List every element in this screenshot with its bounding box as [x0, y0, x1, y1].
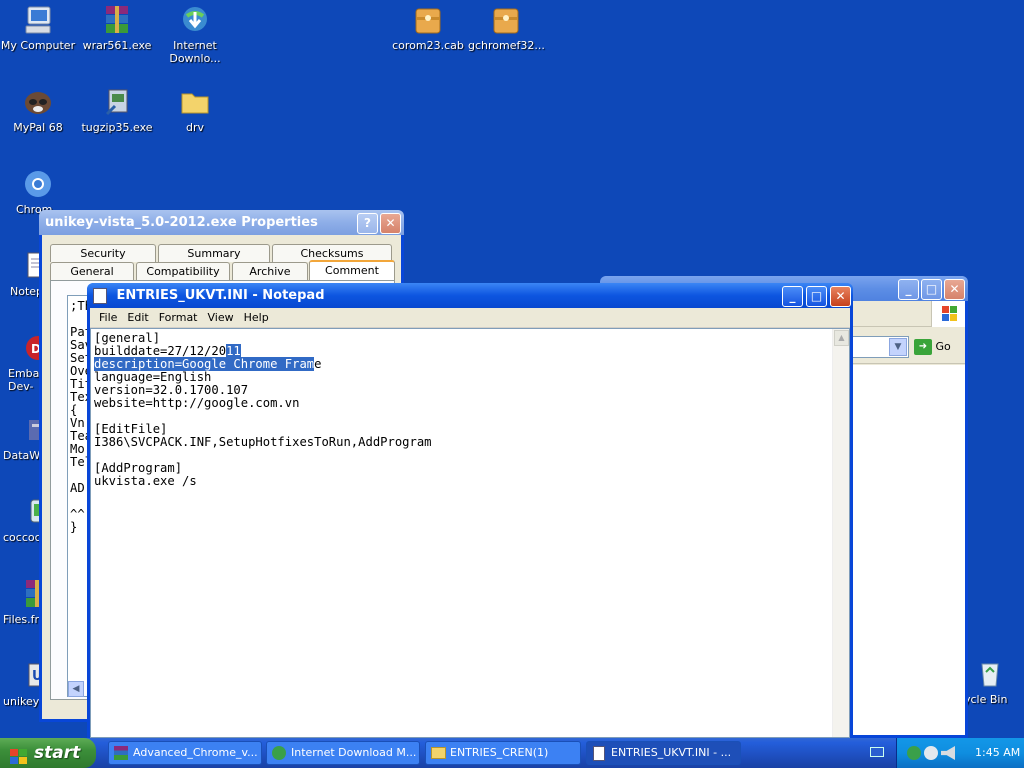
address-dropdown-button[interactable]: ▼ [889, 338, 907, 356]
taskbar-item-label: ENTRIES_CREN(1) [450, 746, 549, 759]
minimize-icon: _ [905, 282, 912, 296]
desktop-icon-gchromef32[interactable]: gchromef32... [468, 4, 545, 52]
close-button[interactable]: ✕ [944, 279, 965, 300]
tab-security[interactable]: Security [50, 244, 156, 262]
question-icon: ? [364, 216, 371, 230]
maximize-icon: □ [810, 289, 823, 303]
text-segment: e language=English version=32.0.1700.107… [94, 357, 432, 488]
tab-label: Compatibility [146, 265, 220, 278]
taskbar: start Advanced_Chrome_v... Internet Down… [0, 738, 1024, 768]
network-icon[interactable] [907, 746, 921, 760]
windows-logo [931, 301, 965, 327]
desktop-icon-chromium[interactable]: Chrom [0, 168, 76, 216]
minimize-icon: _ [789, 289, 796, 303]
scroll-left-button[interactable]: ◀ [68, 681, 84, 697]
idm-icon [179, 4, 211, 36]
tab-compatibility[interactable]: Compatibility [136, 262, 230, 280]
taskbar-item-label: Internet Download M... [291, 746, 417, 759]
winrar-icon [114, 746, 128, 760]
menu-help[interactable]: Help [239, 311, 274, 324]
tab-label: Archive [249, 265, 291, 278]
recycle-bin-icon [974, 658, 1006, 690]
notepad-menubar: File Edit Format View Help [90, 308, 850, 328]
desktop-icon-corom23[interactable]: corom23.cab [390, 4, 466, 52]
desktop-icon-tugzip[interactable]: tugzip35.exe [79, 86, 155, 134]
tab-label: General [70, 265, 114, 278]
menu-edit[interactable]: Edit [122, 311, 153, 324]
maximize-button[interactable]: □ [806, 286, 827, 307]
notepad-titlebar[interactable]: ENTRIES_UKVT.INI - Notepad _ □ ✕ [87, 283, 853, 308]
chromium-icon [22, 168, 54, 200]
tab-label: Checksums [300, 247, 364, 260]
scroll-up-button[interactable]: ▲ [834, 330, 849, 346]
maximize-button[interactable]: □ [921, 279, 942, 300]
notepad-icon [93, 287, 107, 304]
winrar-icon [101, 4, 133, 36]
go-arrow-icon: ➜ [914, 339, 932, 355]
desktop-icon-drv[interactable]: drv [157, 86, 233, 134]
tab-summary[interactable]: Summary [158, 244, 270, 262]
properties-title: unikey-vista_5.0-2012.exe Properties [45, 215, 318, 230]
taskbar-item-label: Advanced_Chrome_v... [133, 746, 258, 759]
chevron-down-icon: ▼ [894, 342, 902, 352]
menu-format[interactable]: Format [154, 311, 203, 324]
folder-icon [431, 747, 446, 759]
cab-archive-icon [490, 4, 522, 36]
taskbar-item-label: ENTRIES_UKVT.INI - ... [611, 746, 732, 759]
go-button[interactable]: ➜ Go [914, 338, 960, 356]
taskbar-item-entries-cren[interactable]: ENTRIES_CREN(1) [425, 741, 581, 765]
notepad-text-area[interactable]: [general] builddate=27/12/2011 descripti… [90, 328, 850, 738]
folder-icon [179, 86, 211, 118]
notepad-window: ENTRIES_UKVT.INI - Notepad _ □ ✕ File Ed… [87, 283, 853, 741]
tab-label: Security [80, 247, 126, 260]
arrow-up-icon: ▲ [838, 333, 845, 342]
start-label: start [34, 743, 81, 763]
volume-icon[interactable] [941, 746, 955, 760]
desktop-icon-mypal[interactable]: MyPal 68 [0, 86, 76, 134]
minimize-button[interactable]: _ [782, 286, 803, 307]
maximize-icon: □ [925, 282, 938, 296]
clock[interactable]: 1:45 AM [975, 746, 1020, 759]
tab-label: Summary [187, 247, 241, 260]
tab-label: Comment [325, 264, 379, 277]
close-icon: ✕ [949, 282, 960, 296]
keyboard-icon[interactable] [870, 747, 884, 757]
desktop-icon-my-computer[interactable]: My Computer [0, 4, 76, 52]
notepad-icon [593, 746, 605, 761]
tugzip-icon [101, 86, 133, 118]
taskbar-item-internet-download[interactable]: Internet Download M... [266, 741, 420, 765]
properties-titlebar[interactable]: unikey-vista_5.0-2012.exe Properties ? ✕ [39, 210, 404, 235]
desktop-icon-internet-download[interactable]: Internet Downlo... [157, 4, 233, 65]
arrow-left-icon: ◀ [72, 684, 80, 694]
help-button[interactable]: ? [357, 213, 378, 234]
tab-general[interactable]: General [50, 262, 134, 280]
go-label: Go [935, 340, 951, 353]
mypal-icon [22, 86, 54, 118]
tab-archive[interactable]: Archive [232, 262, 308, 280]
close-button[interactable]: ✕ [830, 286, 851, 307]
taskbar-item-advanced-chrome[interactable]: Advanced_Chrome_v... [108, 741, 262, 765]
desktop-icon-wrar561[interactable]: wrar561.exe [79, 4, 155, 52]
vertical-scrollbar[interactable]: ▲ [832, 329, 849, 737]
desktop-icon-embarcadero[interactable]: DI Embar Dev- [0, 332, 50, 393]
notepad-text: [general] builddate=27/12/2011 descripti… [91, 329, 849, 488]
close-button[interactable]: ✕ [380, 213, 401, 234]
close-icon: ✕ [835, 289, 846, 303]
unikey-tray-icon[interactable] [924, 746, 938, 760]
notepad-title: ENTRIES_UKVT.INI - Notepad [116, 288, 325, 303]
taskbar-item-notepad[interactable]: ENTRIES_UKVT.INI - ... [586, 741, 741, 765]
tab-comment[interactable]: Comment [309, 260, 395, 280]
system-tray: 1:45 AM [896, 738, 1024, 768]
text-segment: [general] builddate=27/12/20 [94, 331, 227, 358]
start-button[interactable]: start [0, 738, 96, 768]
idm-icon [272, 746, 286, 760]
minimize-button[interactable]: _ [898, 279, 919, 300]
close-icon: ✕ [385, 216, 396, 230]
menu-file[interactable]: File [94, 311, 122, 324]
windows-flag-icon [10, 745, 28, 768]
menu-view[interactable]: View [203, 311, 239, 324]
cab-archive-icon [412, 4, 444, 36]
my-computer-icon [22, 4, 54, 36]
